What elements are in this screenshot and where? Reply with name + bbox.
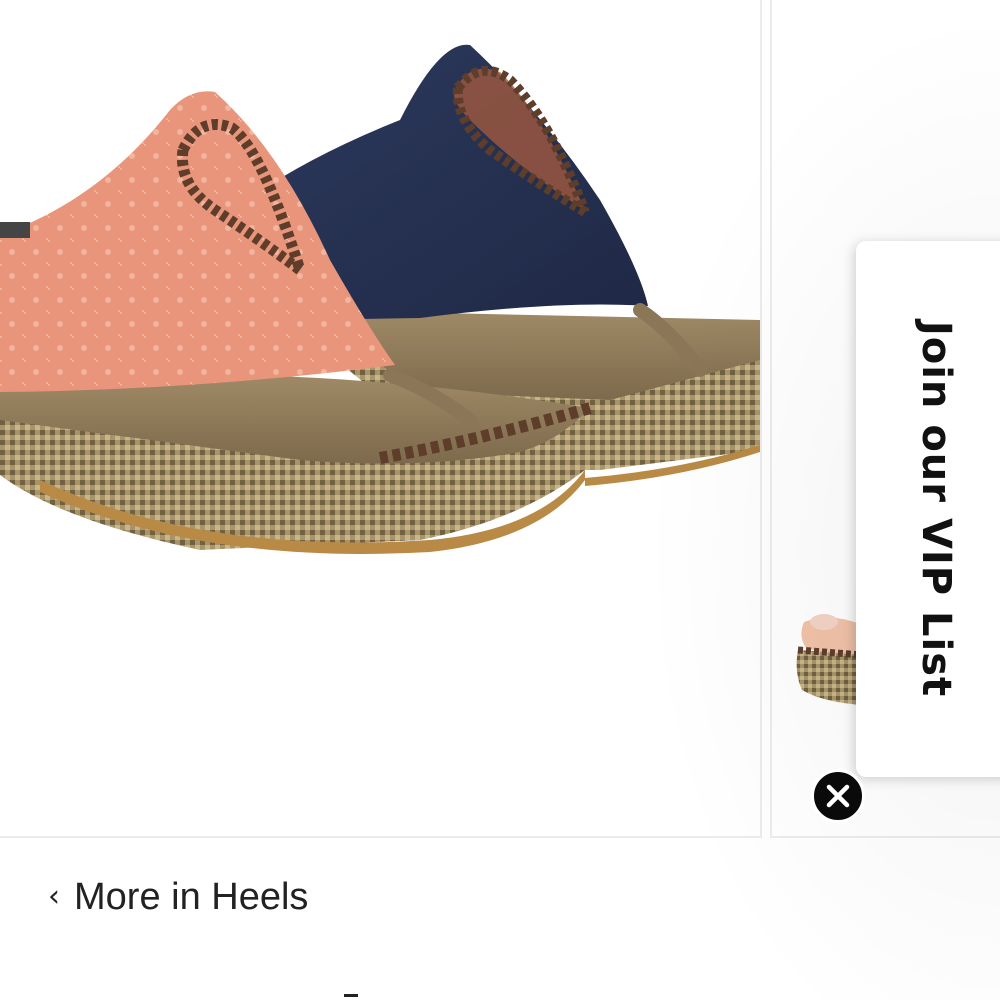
product-image-main[interactable] [0, 0, 762, 838]
product-image-carousel[interactable] [0, 0, 1000, 838]
close-vip-button[interactable] [811, 769, 865, 823]
product-page: Join our VIP List ‹ More in Heels [0, 0, 1000, 1000]
more-in-heels-link[interactable]: ‹ More in Heels [48, 878, 308, 916]
sandal-photo [0, 44, 760, 554]
chevron-left-icon: ‹ [48, 879, 60, 914]
close-icon [826, 784, 850, 808]
vip-signup-label: Join our VIP List [913, 320, 959, 698]
more-in-heels-label: More in Heels [74, 876, 309, 918]
vip-signup-tab[interactable]: Join our VIP List [856, 241, 1000, 777]
cut-off-text [344, 994, 358, 997]
